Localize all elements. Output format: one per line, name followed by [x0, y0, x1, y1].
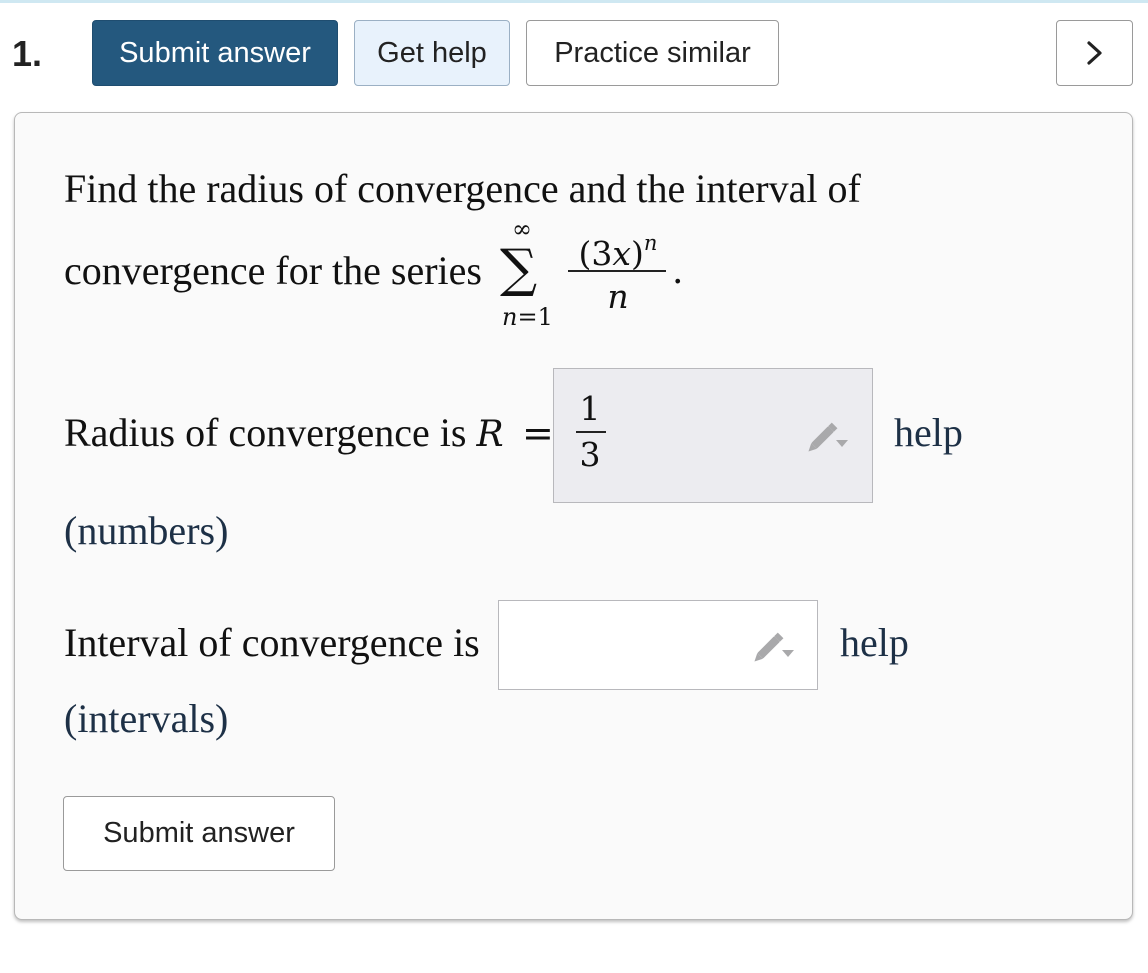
pencil-icon[interactable] [754, 628, 798, 662]
series-numerator: (3x)n [568, 222, 668, 275]
radius-variable: R [476, 414, 504, 455]
radius-label: Radius of convergence is R [64, 408, 504, 460]
series-denominator: n [607, 277, 629, 316]
radius-answer-denominator: 3 [579, 435, 601, 474]
radius-answer-numerator: 1 [579, 389, 601, 428]
numerator-exponent: n [643, 231, 658, 255]
chevron-right-icon [1086, 41, 1102, 65]
submit-answer-bottom-button[interactable]: Submit answer [63, 796, 335, 871]
series-terminator: . [672, 251, 684, 292]
sum-lower-limit: n=1 [502, 303, 553, 331]
radius-answer-fraction-bar [576, 431, 606, 433]
sum-symbol: ∑ [500, 239, 538, 299]
next-question-button[interactable] [1056, 20, 1133, 86]
question-statement-line1: Find the radius of convergence and the i… [64, 166, 861, 211]
question-number: 1. [12, 33, 43, 74]
practice-similar-button[interactable]: Practice similar [526, 20, 779, 86]
radius-label-text: Radius of convergence is [64, 410, 477, 455]
series-fraction-bar [568, 270, 666, 272]
numerator-base: (3x) [578, 234, 644, 273]
radius-equals: = [522, 411, 554, 455]
top-accent-line [0, 0, 1148, 3]
pencil-icon[interactable] [808, 418, 852, 452]
get-help-button[interactable]: Get help [354, 20, 510, 86]
interval-label: Interval of convergence is [64, 620, 480, 665]
radius-format-hint[interactable]: (numbers) [64, 506, 228, 556]
radius-help-link[interactable]: help [894, 408, 963, 458]
question-statement-line2: convergence for the series [64, 248, 482, 293]
submit-answer-button[interactable]: Submit answer [92, 20, 338, 86]
interval-help-link[interactable]: help [840, 618, 909, 668]
interval-format-hint[interactable]: (intervals) [64, 694, 228, 744]
